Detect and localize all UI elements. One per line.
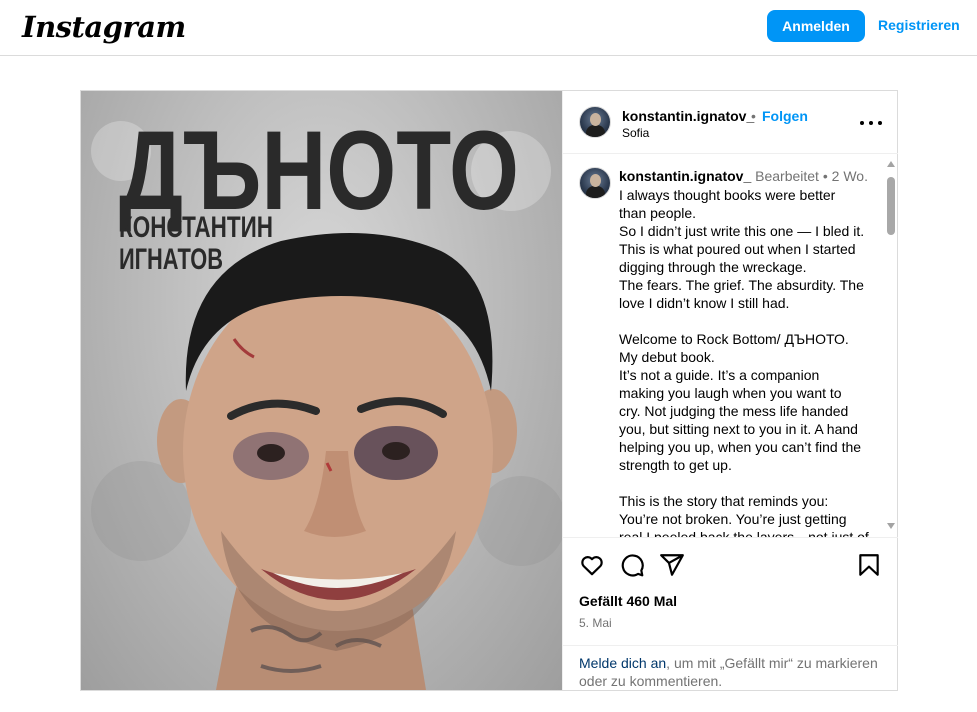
top-navigation-bar: Instagram Anmelden Registrieren xyxy=(0,0,977,56)
caption-line: This is what poured out when I started xyxy=(619,241,856,257)
caption-line: real.I peeled back the layers—not just o… xyxy=(619,529,869,538)
caption-line: You’re not broken. You’re just getting xyxy=(619,511,847,527)
scrollbar-thumb[interactable] xyxy=(887,177,895,235)
post-age: 2 Wo. xyxy=(831,168,868,184)
caption-line: helping you up, when you can’t find the xyxy=(619,439,862,455)
share-icon[interactable] xyxy=(659,552,685,578)
caption-line: It’s not a guide. It’s a companion xyxy=(619,367,820,383)
caption-scroll-area[interactable]: konstantin.ignatov_ Bearbeitet • 2 Wo. I… xyxy=(563,155,898,538)
post-actions: Gefällt 460 Mal 5. Mai Melde dich an, um… xyxy=(563,538,898,690)
author-avatar[interactable] xyxy=(579,106,611,138)
cover-author-last: ИГНАТОВ xyxy=(119,243,223,276)
caption-line: strength to get up. xyxy=(619,457,732,473)
caption-line: love I didn’t know I still had. xyxy=(619,295,790,311)
more-options-icon[interactable] xyxy=(860,113,882,133)
post-location[interactable]: Sofia xyxy=(622,126,649,140)
caption-line: cry. Not judging the mess life handed xyxy=(619,403,849,419)
scroll-down-arrow-icon[interactable] xyxy=(887,523,895,529)
caption-separator: • xyxy=(822,168,828,184)
cover-author-first: КОНСТАНТИН xyxy=(119,211,273,244)
caption-line: I always thought books were better xyxy=(619,187,836,203)
heart-icon[interactable] xyxy=(579,552,605,578)
edited-label: Bearbeitet xyxy=(755,168,819,184)
caption-line: making you laugh when you want to xyxy=(619,385,842,401)
login-button[interactable]: Anmelden xyxy=(767,10,865,42)
login-prompt-link[interactable]: Melde dich an xyxy=(579,655,666,671)
caption-line: than people. xyxy=(619,205,697,221)
caption-line: Welcome to Rock Bottom/ ДЪНОТО. xyxy=(619,331,849,347)
caption-line: So I didn’t just write this one — I bled… xyxy=(619,223,865,239)
follow-button[interactable]: Folgen xyxy=(762,108,808,124)
login-prompt: Melde dich an, um mit „Gefällt mir“ zu m… xyxy=(563,645,898,690)
caption-scrollbar[interactable] xyxy=(884,155,898,537)
comment-icon[interactable] xyxy=(619,552,645,578)
caption-username[interactable]: konstantin.ignatov_ xyxy=(619,168,751,184)
post-header: konstantin.ignatov_ • Folgen Sofia xyxy=(563,91,898,154)
caption-text: I always thought books were better than … xyxy=(619,186,879,538)
bookmark-icon[interactable] xyxy=(856,552,882,578)
caption-header: konstantin.ignatov_ Bearbeitet • 2 Wo. xyxy=(619,168,868,184)
scroll-up-arrow-icon[interactable] xyxy=(887,161,895,167)
login-prompt-text: Melde dich an, um mit „Gefällt mir“ zu m… xyxy=(579,654,889,690)
caption-line xyxy=(619,474,879,492)
like-count[interactable]: Gefällt 460 Mal xyxy=(579,593,677,609)
caption-line: digging through the wreckage. xyxy=(619,259,807,275)
post-date[interactable]: 5. Mai xyxy=(579,616,612,630)
caption-avatar[interactable] xyxy=(579,167,611,199)
caption-line: My debut book. xyxy=(619,349,715,365)
separator-dot: • xyxy=(751,108,756,124)
post-card: ДЪНОТО КОНСТАНТИН ИГНАТОВ konstantin.ign… xyxy=(80,90,898,691)
caption-line: The fears. The grief. The absurdity. The xyxy=(619,277,864,293)
register-link[interactable]: Registrieren xyxy=(878,17,960,33)
caption-line xyxy=(619,312,879,330)
caption-line: you, but sitting next to you in it. A ha… xyxy=(619,421,858,437)
post-image[interactable]: ДЪНОТО КОНСТАНТИН ИГНАТОВ xyxy=(81,91,562,690)
instagram-logo[interactable]: Instagram xyxy=(22,10,186,44)
author-username[interactable]: konstantin.ignatov_ xyxy=(622,108,754,124)
book-cover-illustration: ДЪНОТО КОНСТАНТИН ИГНАТОВ xyxy=(91,108,562,690)
caption-line: This is the story that reminds you: xyxy=(619,493,829,509)
post-sidebar: konstantin.ignatov_ • Folgen Sofia konst… xyxy=(562,91,898,690)
